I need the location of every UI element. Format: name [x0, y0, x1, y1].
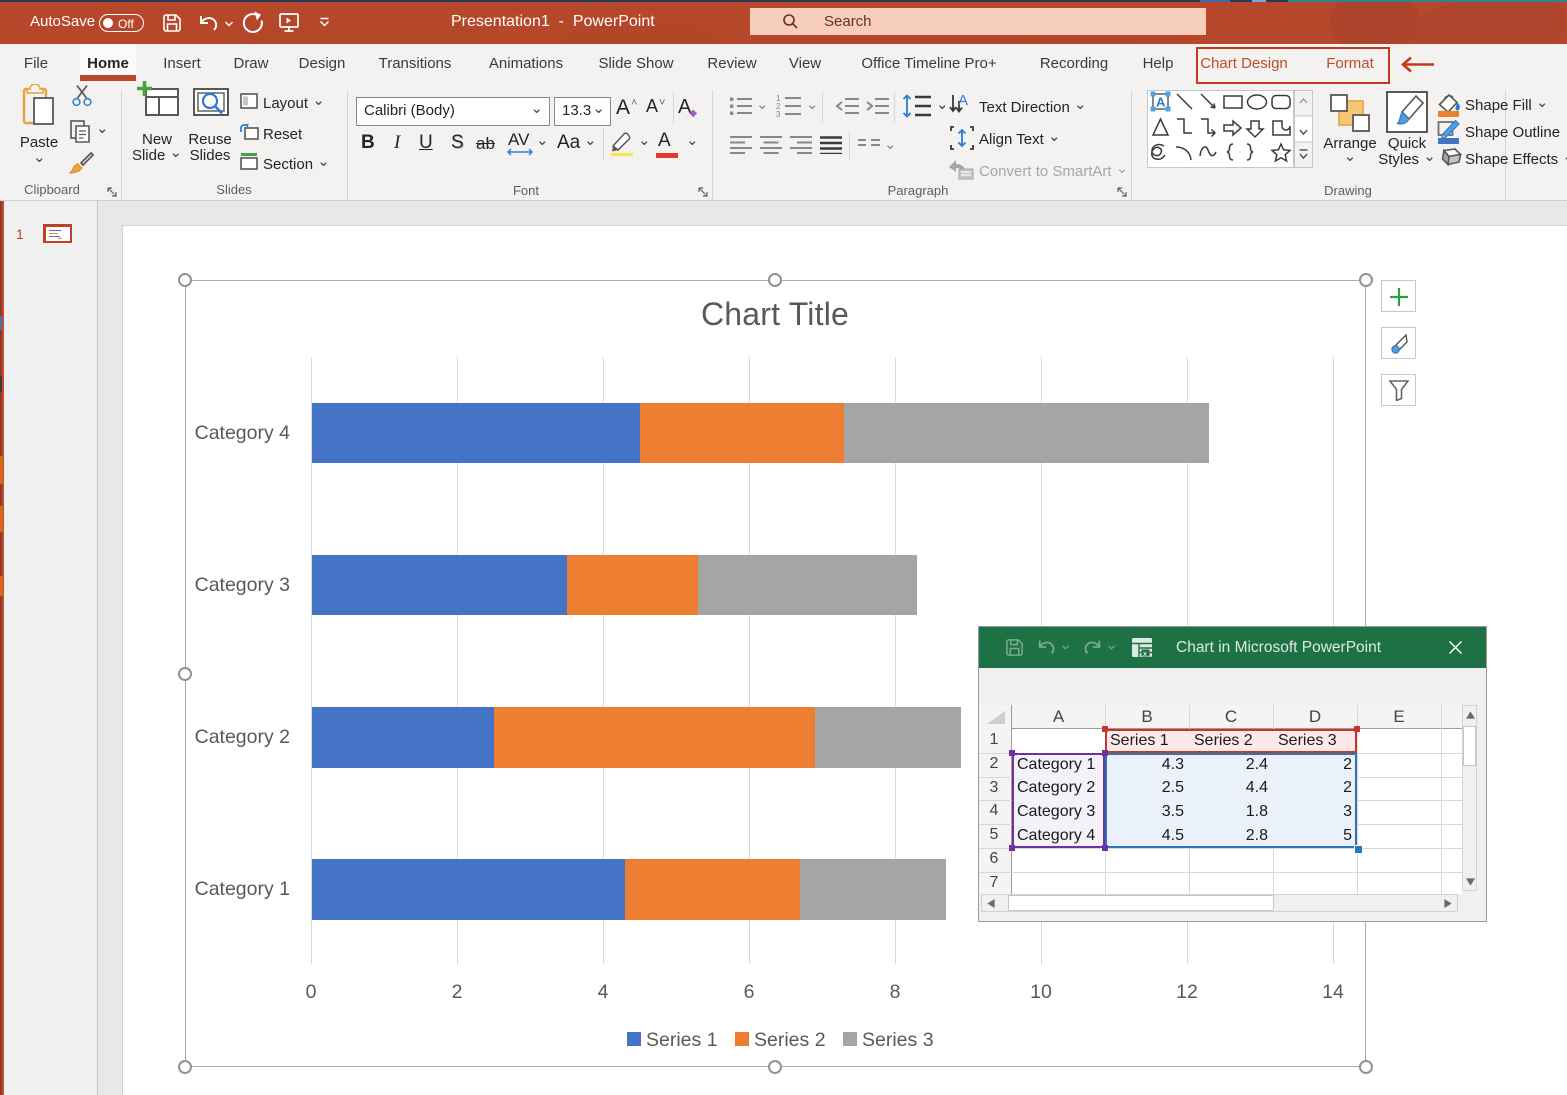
svg-text:3: 3 [776, 110, 781, 118]
svg-text:A: A [958, 93, 968, 109]
svg-text:A: A [1156, 95, 1166, 110]
svg-text:x: x [1143, 651, 1147, 658]
